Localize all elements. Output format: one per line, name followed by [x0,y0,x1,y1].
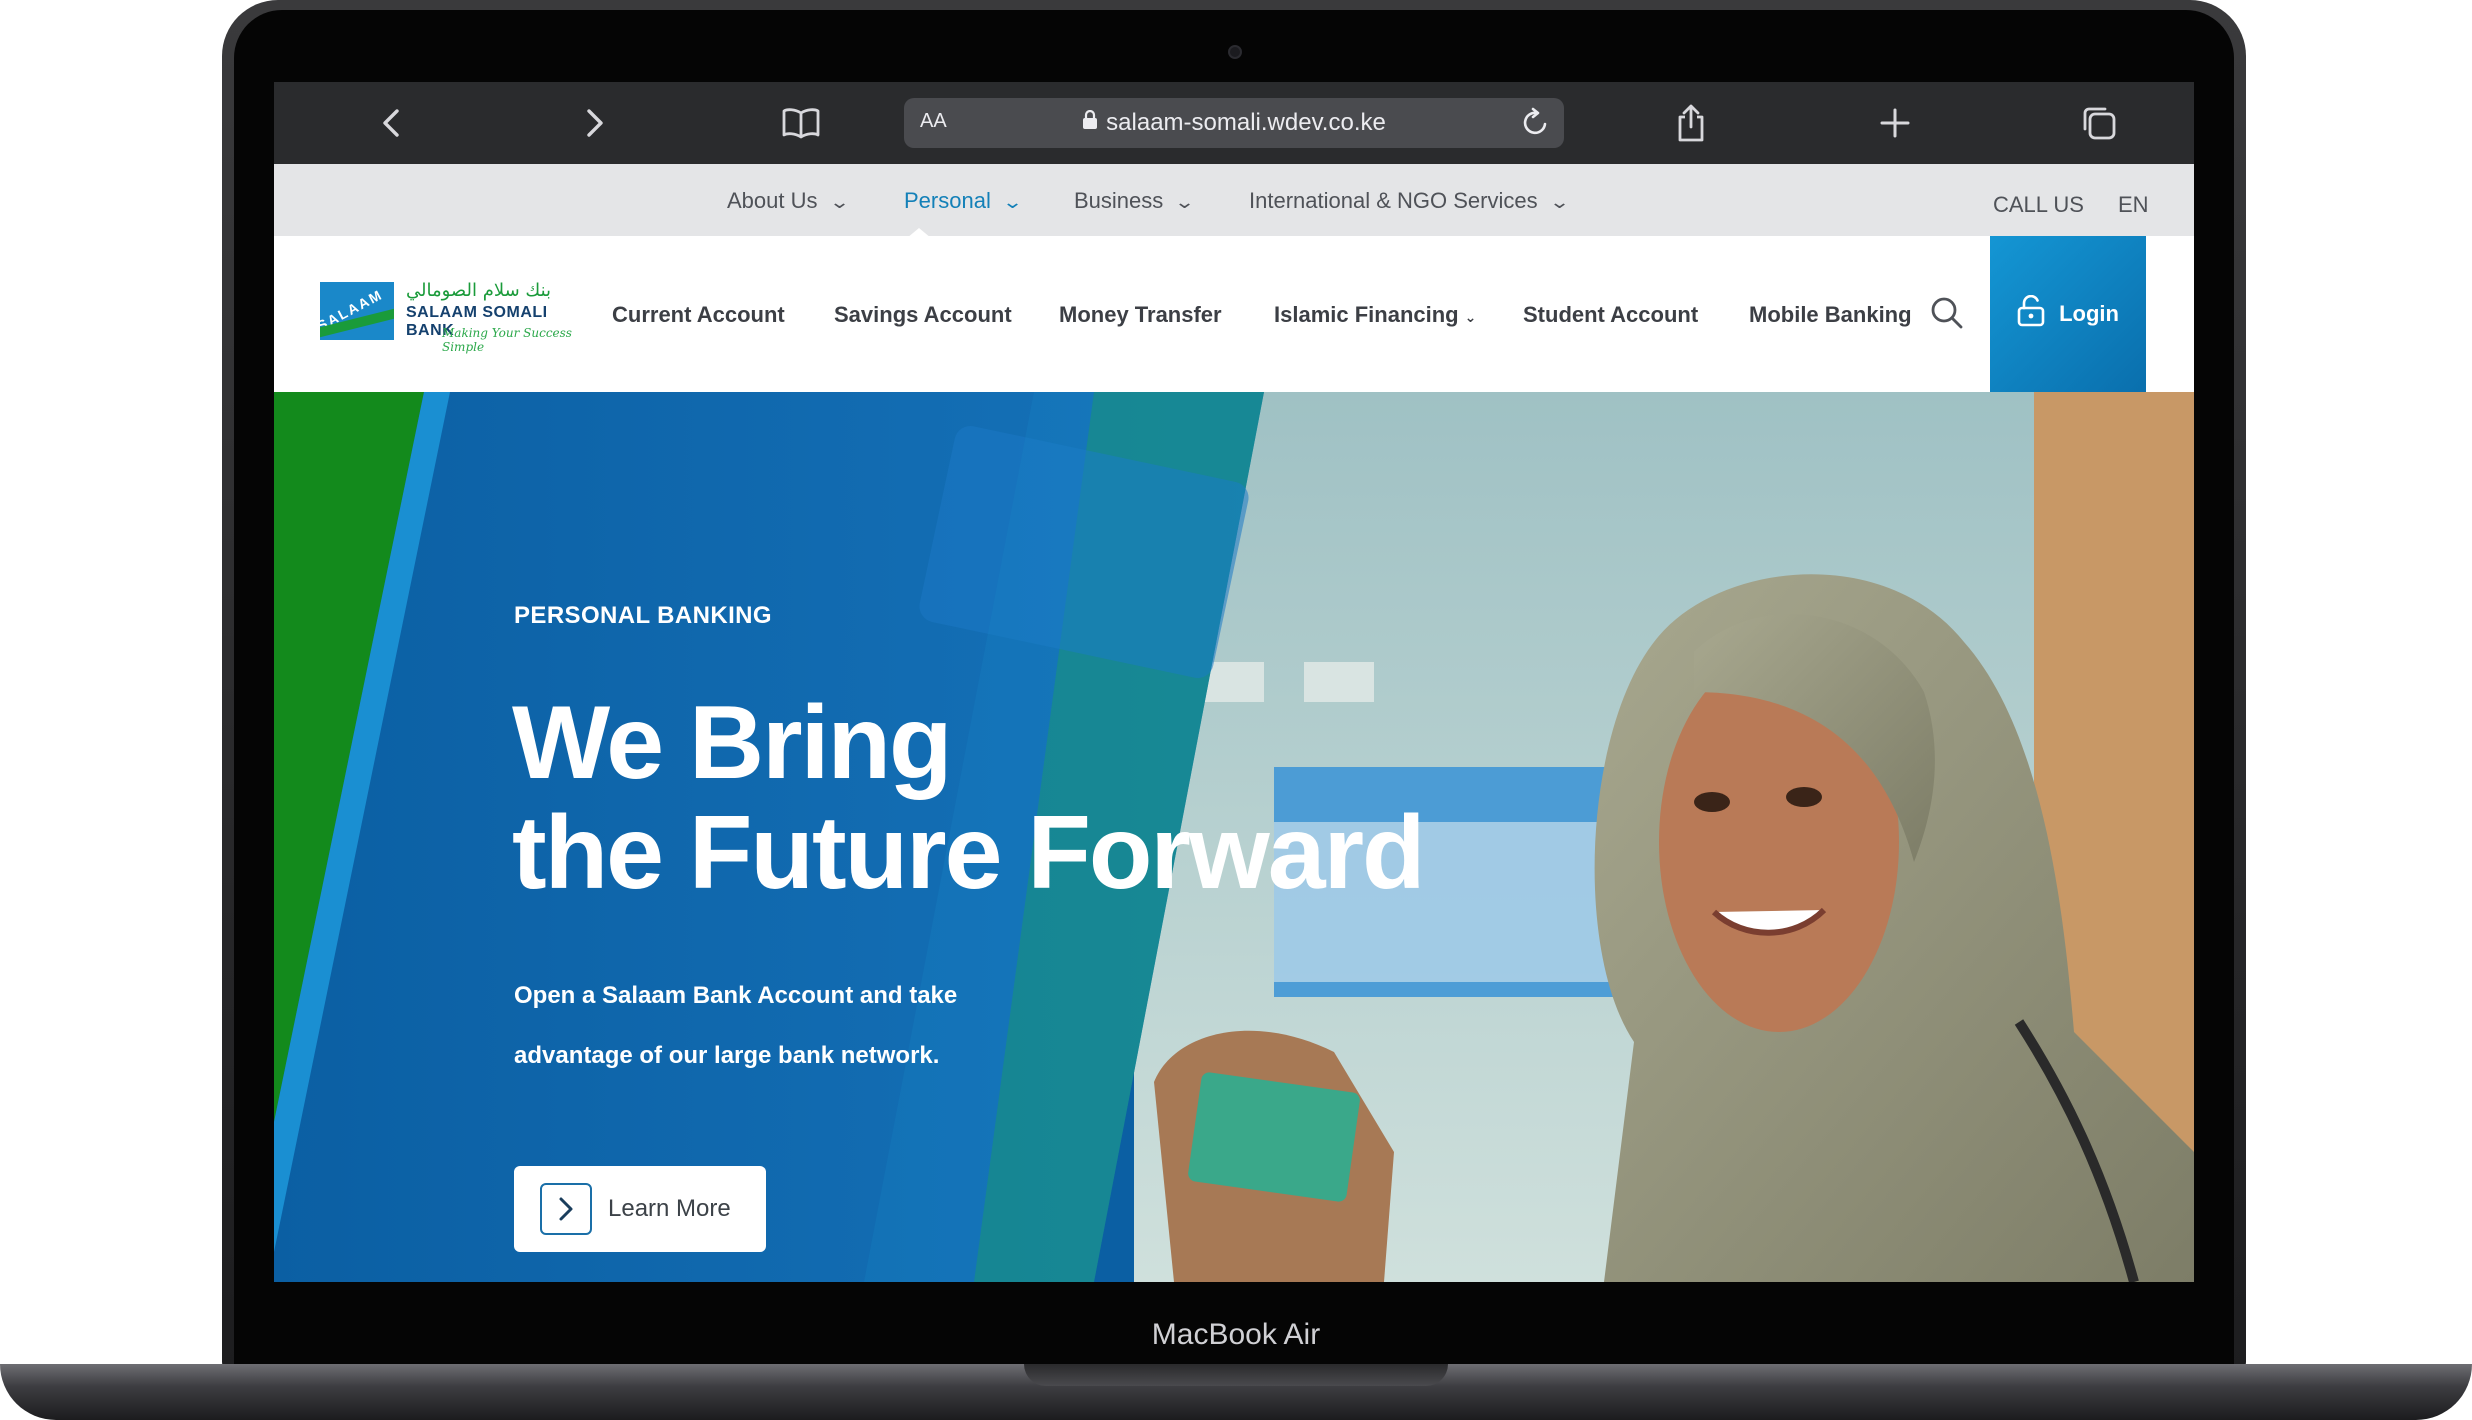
chevron-down-icon: ⌄ [1548,192,1570,212]
screen: AA salaam-somali.wdev.co.ke About Us ⌄ Pe… [274,82,2194,1282]
login-button[interactable]: Login [1990,236,2146,392]
top-nav: About Us ⌄ Personal ⌄ Business ⌄ Internatio… [274,164,2194,236]
nav-money-transfer[interactable]: Money Transfer [1059,302,1222,328]
reload-icon[interactable] [1520,106,1550,145]
address-bar[interactable]: AA salaam-somali.wdev.co.ke [904,98,1564,148]
call-us-link[interactable]: CALL US [1993,192,2084,218]
browser-toolbar: AA salaam-somali.wdev.co.ke [274,82,2194,164]
chevron-down-icon: ⌄ [1174,192,1196,212]
nav-islamic-financing[interactable]: Islamic Financing ⌄ [1274,302,1476,328]
bank-logo[interactable]: SALAAM بنك سلام الصومالي SALAAM SOMALI B… [320,280,588,354]
lock-icon [1082,109,1098,137]
bookmarks-icon[interactable] [776,98,826,148]
search-icon[interactable] [1930,296,1964,330]
chevron-down-icon: ⌄ [1464,309,1477,325]
url-value: salaam-somali.wdev.co.ke [1106,109,1386,136]
nav-mobile-banking[interactable]: Mobile Banking [1749,302,1912,328]
unlock-icon [2017,294,2045,333]
nav-student-account[interactable]: Student Account [1523,302,1698,328]
chevron-down-icon: ⌄ [1001,192,1023,212]
learn-more-label: Learn More [608,1195,731,1222]
logo-arabic-name: بنك سلام الصومالي [406,280,552,301]
url-text: salaam-somali.wdev.co.ke [904,109,1564,137]
nav-current-account[interactable]: Current Account [612,302,785,328]
hero-subtext: Open a Salaam Bank Account and take adva… [514,982,958,1069]
language-selector[interactable]: EN [2118,192,2149,218]
laptop-hinge-notch [1024,1364,1448,1386]
hero-eyebrow: PERSONAL BANKING [514,602,772,629]
top-nav-international-ngo[interactable]: International & NGO Services ⌄ [1249,188,1570,214]
login-label: Login [2059,301,2119,326]
back-icon[interactable] [366,98,416,148]
device-label: MacBook Air [1151,1318,1321,1351]
camera-icon [1228,45,1242,59]
logo-mark: SALAAM [320,282,394,340]
share-icon[interactable] [1666,98,1716,148]
chevron-down-icon: ⌄ [828,192,850,212]
chevron-right-icon [540,1183,592,1235]
top-nav-business[interactable]: Business ⌄ [1074,188,1196,214]
forward-icon[interactable] [570,98,620,148]
main-nav: SALAAM بنك سلام الصومالي SALAAM SOMALI B… [274,236,2194,392]
top-nav-personal[interactable]: Personal ⌄ [904,188,1023,214]
new-tab-icon[interactable] [1870,98,1920,148]
nav-savings-account[interactable]: Savings Account [834,302,1012,328]
logo-tagline: Making Your Success Simple [442,326,572,354]
tabs-overview-icon[interactable] [2074,98,2124,148]
top-nav-about-us[interactable]: About Us ⌄ [727,188,850,214]
learn-more-button[interactable]: Learn More [514,1166,766,1252]
hero-banner: PERSONAL BANKING We Bring the Future For… [274,392,2194,1282]
hero-headline: We Bring the Future Forward [512,685,1426,911]
